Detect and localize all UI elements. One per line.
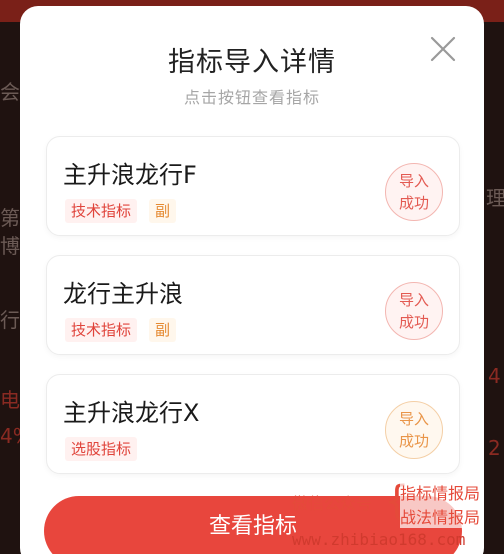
background-text: 会 — [0, 80, 20, 104]
background-text: 理 — [486, 186, 504, 210]
import-success-stamp: 导入 成功 — [385, 282, 443, 340]
stamp-text: 成功 — [398, 194, 429, 212]
dialog-subtitle: 点击按钮查看指标 — [183, 88, 320, 107]
indicator-sub-tag: 副 — [149, 318, 177, 342]
background-text: 4 — [488, 364, 501, 388]
import-success-stamp: 导入 成功 — [385, 163, 443, 221]
import-detail-dialog: 指标导入详情 点击按钮查看指标 主升浪龙行F 技术指标 副 导入 成功 龙行主升… — [20, 6, 484, 554]
stamp-text: 导入 — [398, 172, 429, 190]
close-button[interactable] — [426, 32, 460, 66]
indicator-type-tag: 选股指标 — [65, 437, 138, 461]
stamp-text: 导入 — [398, 291, 429, 309]
indicator-name: 龙行主升浪 — [63, 280, 183, 308]
indicator-name: 主升浪龙行F — [63, 161, 197, 189]
background-text: 2 — [488, 436, 501, 460]
background-text: 博 — [0, 234, 20, 258]
indicator-card: 龙行主升浪 技术指标 副 导入 成功 — [46, 255, 460, 355]
stamp-text: 成功 — [398, 313, 429, 331]
indicator-name: 主升浪龙行X — [63, 399, 200, 427]
watermark-account-label: 微信公众号 — [292, 494, 373, 513]
background-text: 电 — [0, 388, 20, 412]
background-text: 行 — [0, 308, 20, 332]
indicator-sub-tag: 副 — [149, 199, 177, 223]
watermark-name: 指标情报局 — [400, 480, 481, 504]
stamp-text: 导入 — [398, 410, 429, 428]
indicator-card: 主升浪龙行F 技术指标 副 导入 成功 — [46, 136, 460, 236]
watermark: 微信公众号 { 指标情报局 战法情报局 www.zhibiao168.com — [292, 478, 504, 554]
dialog-title: 指标导入详情 — [168, 47, 336, 78]
indicator-card: 主升浪龙行X 选股指标 导入 成功 — [46, 374, 460, 474]
close-icon — [430, 36, 456, 62]
import-success-stamp: 导入 成功 — [385, 401, 443, 459]
indicator-type-tag: 技术指标 — [65, 318, 138, 342]
stamp-text: 成功 — [398, 432, 429, 450]
watermark-name: 战法情报局 — [400, 504, 481, 528]
indicator-type-tag: 技术指标 — [65, 199, 138, 223]
watermark-url: www.zhibiao168.com — [292, 530, 466, 549]
